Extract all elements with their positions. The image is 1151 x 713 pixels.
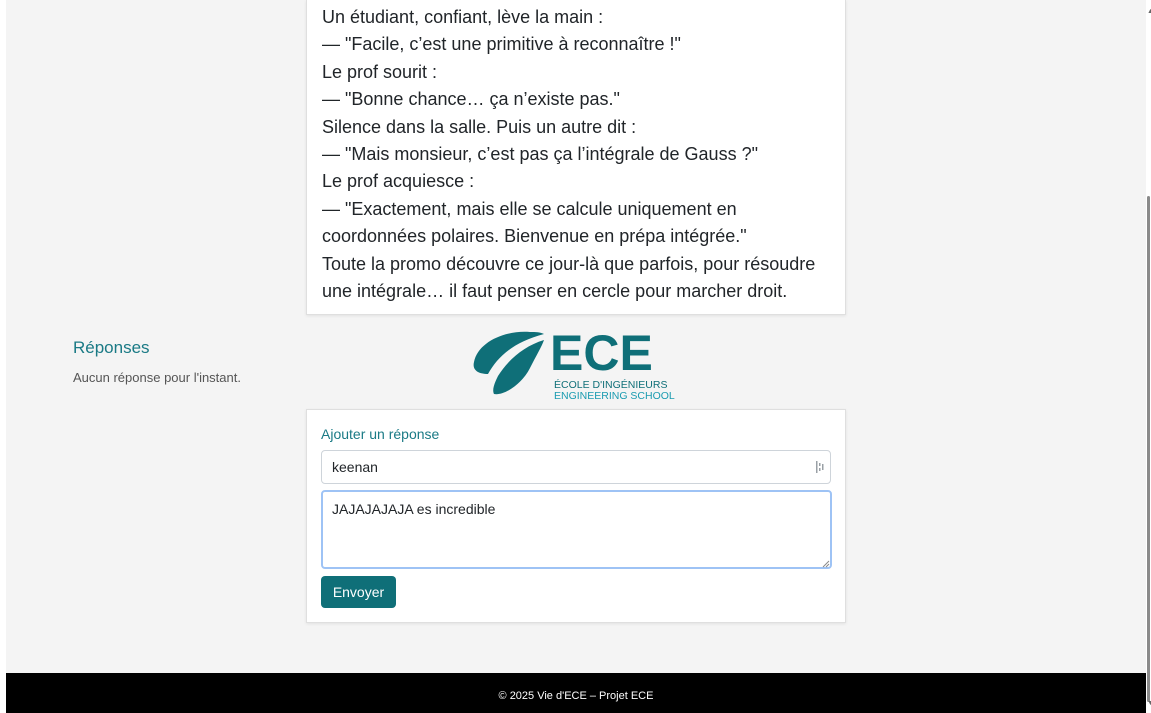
resize-grip-icon[interactable] [822, 560, 830, 568]
post-card: Un étudiant, confiant, lève la main : — … [306, 0, 846, 315]
post-line: Silence dans la salle. Puis un autre dit… [322, 116, 637, 137]
post-line: Un étudiant, confiant, lève la main : [322, 7, 604, 27]
autofill-key-icon[interactable] [815, 459, 827, 475]
responses-empty-text: Aucun réponse pour l'instant. [73, 370, 241, 385]
scroll-up-icon[interactable]: ▲ [1147, 8, 1151, 15]
ece-logo: ECE ÉCOLE D'INGÉNIEURS ENGINEERING SCHOO… [470, 324, 685, 404]
reply-form-card: Ajouter un réponse JAJAJAJAJA es incredi… [306, 409, 846, 623]
scrollbar-thumb[interactable] [1147, 196, 1150, 702]
logo-wordmark: ECE [550, 325, 653, 381]
site-footer: © 2025 Vie d'ECE – Projet ECE [6, 673, 1146, 713]
logo-line2: ENGINEERING SCHOOL [554, 390, 675, 402]
post-line: — "Facile, c’est une primitive à reconna… [322, 34, 681, 55]
reply-form-title: Ajouter un réponse [321, 426, 440, 442]
post-line: — "Bonne chance… ça n’existe pas." [322, 89, 620, 110]
post-line: Toute la promo découvre ce jour-là que p… [322, 253, 816, 274]
responses-heading: Réponses [73, 338, 150, 357]
author-name-input[interactable] [321, 450, 831, 484]
post-line: coordonnées polaires. Bienvenue en prépa… [322, 226, 747, 247]
post-line: — "Mais monsieur, c’est pas ça l’intégra… [322, 144, 758, 165]
post-body: Un étudiant, confiant, lève la main : — … [322, 4, 832, 305]
post-line: — "Exactement, mais elle se calcule uniq… [322, 198, 737, 219]
send-button[interactable]: Envoyer [321, 576, 396, 608]
post-line: Le prof sourit : [322, 61, 438, 82]
scroll-down-icon[interactable]: ▼ [1147, 700, 1151, 707]
post-line: une intégrale… il faut penser en cercle … [322, 281, 788, 302]
footer-copyright: © 2025 Vie d'ECE – Projet ECE [498, 690, 654, 702]
reply-message-textarea[interactable]: JAJAJAJAJA es incredible [321, 490, 832, 569]
post-line: Le prof acquiesce : [322, 171, 475, 192]
